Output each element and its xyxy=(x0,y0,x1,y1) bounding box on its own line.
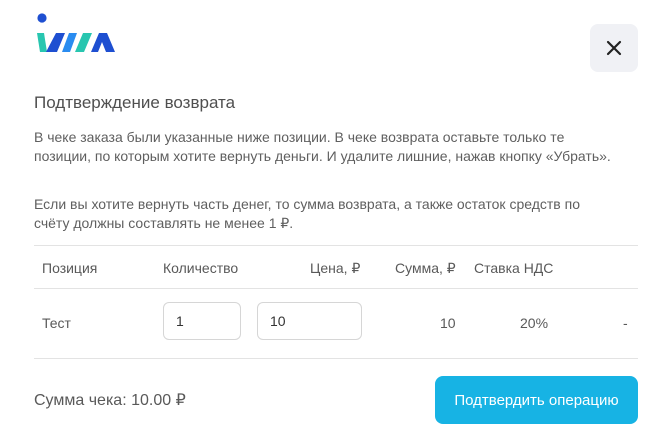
close-icon xyxy=(606,40,622,56)
divider xyxy=(34,288,638,289)
close-button[interactable] xyxy=(590,24,638,72)
ima-logo-icon xyxy=(37,13,115,52)
column-header-price: Цена, ₽ xyxy=(310,260,361,276)
cell-vat: 20% xyxy=(520,315,549,331)
quantity-input[interactable] xyxy=(163,302,241,340)
cell-position: Тест xyxy=(42,315,71,331)
receipt-total: Сумма чека: 10.00 ₽ xyxy=(34,392,186,409)
divider xyxy=(34,245,638,246)
divider xyxy=(34,358,638,359)
column-header-vat: Ставка НДС xyxy=(474,260,554,276)
column-header-sum: Сумма, ₽ xyxy=(395,260,456,276)
dialog-title: Подтверждение возврата xyxy=(34,93,236,112)
column-header-quantity: Количество xyxy=(163,260,239,276)
warning-paragraph: Если вы хотите вернуть часть денег, то с… xyxy=(34,196,580,231)
cell-sum: 10 xyxy=(440,315,456,331)
confirm-operation-button[interactable]: Подтвердить операцию xyxy=(435,376,638,424)
column-header-position: Позиция xyxy=(42,260,98,276)
price-input[interactable] xyxy=(257,302,362,340)
info-paragraph: В чеке заказа были указанные ниже позици… xyxy=(34,129,611,164)
remove-item-button[interactable]: - xyxy=(623,315,628,331)
